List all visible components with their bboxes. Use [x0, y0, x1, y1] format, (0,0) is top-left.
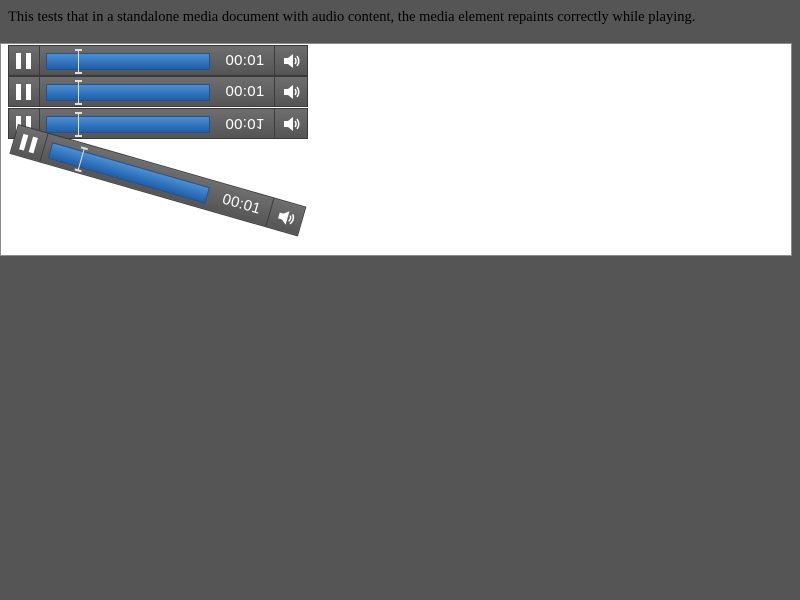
current-time-display: 00:01: [225, 83, 265, 100]
timeline-slider[interactable]: [46, 80, 210, 105]
timeline-slider[interactable]: [46, 112, 210, 137]
current-time-display: 00:01: [225, 52, 265, 69]
timeline-thumb[interactable]: [74, 80, 82, 105]
pause-button[interactable]: [9, 77, 40, 106]
timeline-slider[interactable]: [47, 142, 210, 204]
speaker-icon: [278, 211, 295, 225]
pause-button[interactable]: [9, 46, 40, 75]
timeline-thumb[interactable]: [74, 112, 82, 137]
pause-button[interactable]: [10, 125, 49, 162]
speaker-icon: [284, 117, 300, 131]
speaker-icon: [284, 54, 300, 68]
pause-icon: [16, 53, 31, 69]
audio-controls-4: 00:01: [9, 124, 307, 237]
test-description: This tests that in a standalone media do…: [8, 9, 696, 25]
pause-icon: [19, 133, 38, 154]
mute-button[interactable]: [265, 198, 307, 236]
audio-controls-2: 00:01: [8, 76, 308, 107]
audio-controls-1: 00:01: [8, 45, 308, 76]
timeline-thumb[interactable]: [74, 146, 88, 172]
mute-button[interactable]: [274, 46, 308, 75]
current-time-display: 00:01: [225, 115, 265, 132]
mute-button[interactable]: [274, 77, 308, 106]
pause-icon: [16, 84, 31, 100]
mute-button[interactable]: [274, 109, 308, 138]
media-document-frame: 00:01 00:01 00:01 00:01: [0, 43, 792, 256]
speaker-icon: [284, 85, 300, 99]
timeline-slider[interactable]: [46, 49, 210, 74]
current-time-display: 00:01: [220, 190, 263, 218]
timeline-thumb[interactable]: [74, 49, 82, 74]
